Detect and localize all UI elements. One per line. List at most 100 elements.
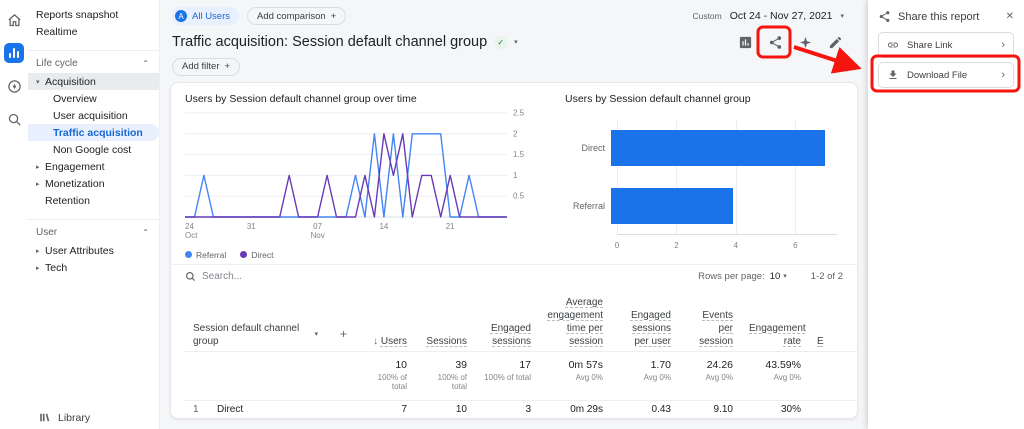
totals-value: 0m 57s: [547, 359, 603, 371]
column-header-events-per-session[interactable]: Events per session: [679, 288, 741, 352]
edit-icon[interactable]: [824, 31, 846, 53]
home-icon[interactable]: [4, 10, 24, 30]
sidebar-item-reports-snapshot[interactable]: Reports snapshot: [28, 6, 159, 23]
column-header-average-engagement-time-per-session[interactable]: Average engagement time per session: [539, 288, 611, 352]
column-header-dimension[interactable]: Session default channel group▾+: [185, 288, 355, 352]
sidebar-item-user-acquisition[interactable]: User acquisition: [28, 107, 159, 124]
add-filter-button[interactable]: Add filter +: [172, 58, 240, 76]
totals-sub-label: Avg 0%: [547, 373, 603, 382]
search-input[interactable]: [202, 271, 332, 282]
date-range-picker[interactable]: Custom Oct 24 - Nov 27, 2021 ▾: [692, 10, 844, 22]
expand-icon: ▸: [36, 247, 45, 255]
bar-chart-title: Users by Session default channel group: [565, 93, 843, 105]
sidebar-item-user-attributes[interactable]: ▸User Attributes: [28, 242, 159, 259]
sidebar-item-monetization[interactable]: ▸Monetization: [28, 175, 159, 192]
sidebar-item-traffic-acquisition[interactable]: Traffic acquisition: [28, 124, 159, 141]
share-link-label: Share Link: [907, 40, 952, 51]
add-dimension-icon[interactable]: +: [340, 327, 347, 343]
column-header-engaged-sessions-per-user[interactable]: Engaged sessions per user: [611, 288, 679, 352]
data-quality-check-icon[interactable]: ✓: [494, 36, 507, 49]
customize-report-icon[interactable]: [734, 31, 756, 53]
bar-axis-tick: 4: [734, 241, 738, 250]
close-icon[interactable]: ✕: [1006, 11, 1014, 22]
sidebar-section-title-life-cycle[interactable]: Life cycle ⌃: [28, 54, 159, 73]
section-label: Life cycle: [36, 58, 78, 69]
sidebar-section-user: User⌃▸User Attributes▸Tech: [28, 219, 159, 276]
sidebar-item-overview[interactable]: Overview: [28, 90, 159, 107]
caret-down-icon: ▾: [783, 272, 787, 280]
totals-sub-label: Avg 0%: [749, 373, 801, 382]
column-label: Events per session: [699, 310, 733, 347]
sidebar-item-label: Overview: [53, 93, 97, 105]
sidebar-item-acquisition[interactable]: ▾Acquisition: [28, 73, 159, 90]
add-comparison-button[interactable]: Add comparison +: [247, 7, 346, 25]
totals-cell: 17100% of total: [475, 351, 539, 400]
sidebar-item-label: Engagement: [45, 161, 105, 173]
column-label: Users: [381, 336, 407, 347]
totals-dimension-cell: [185, 351, 355, 400]
column-label: E: [817, 336, 824, 347]
bar-track: [611, 188, 837, 224]
library-icon: [38, 411, 51, 424]
column-label: Sessions: [426, 336, 467, 347]
bar[interactable]: [611, 130, 825, 166]
share-panel-title: Share this report: [898, 11, 999, 23]
section-label: User: [36, 227, 57, 238]
table-row[interactable]: 2Referral429141m 07s3.5029.4848.28%: [185, 418, 857, 419]
row-metric-cell: 3.50: [611, 418, 679, 419]
share-panel-header: Share this report ✕: [878, 10, 1014, 23]
sidebar-item-retention[interactable]: Retention: [28, 192, 159, 209]
sidebar-item-non-google-cost[interactable]: Non Google cost: [28, 141, 159, 158]
reports-icon[interactable]: [4, 43, 24, 63]
segment-chip-all-users[interactable]: A All Users: [172, 7, 239, 25]
svg-text:2.5: 2.5: [513, 108, 525, 117]
legend-item-direct[interactable]: Direct: [240, 250, 273, 260]
svg-text:31: 31: [247, 222, 256, 231]
table-row[interactable]: 1Direct71030m 29s0.439.1030%: [185, 400, 857, 418]
insights-icon[interactable]: [794, 31, 816, 53]
svg-text:1.5: 1.5: [513, 150, 525, 159]
column-header-users[interactable]: ↓ Users: [355, 288, 415, 352]
sidebar-item-label: Monetization: [45, 178, 105, 190]
row-metric-cell: 10: [415, 400, 475, 418]
svg-text:0.5: 0.5: [513, 191, 525, 200]
collapse-icon[interactable]: ⌃: [142, 228, 149, 237]
sidebar-section-title-user[interactable]: User ⌃: [28, 223, 159, 242]
totals-value: 1.70: [619, 359, 671, 371]
sidebar-item-realtime[interactable]: Realtime: [28, 23, 159, 40]
bar-rows: DirectReferral: [565, 119, 837, 235]
sidebar-item-engagement[interactable]: ▸Engagement: [28, 158, 159, 175]
share-link-button[interactable]: Share Link ›: [878, 32, 1014, 58]
advertising-icon[interactable]: [4, 109, 24, 129]
column-header-engaged-sessions[interactable]: Engaged sessions: [475, 288, 539, 352]
totals-cell: 1.70Avg 0%: [611, 351, 679, 400]
explore-icon[interactable]: [4, 76, 24, 96]
row-metric-cell: 3: [475, 400, 539, 418]
column-header-engagement-rate[interactable]: Engagement rate: [741, 288, 809, 352]
bar[interactable]: [611, 188, 733, 224]
collapse-icon[interactable]: ⌃: [142, 59, 149, 68]
search-box: [185, 271, 692, 282]
sidebar-item-label: User Attributes: [45, 245, 114, 257]
rows-per-page: Rows per page: 10 ▾: [698, 271, 787, 282]
row-metric-cell: 48.28%: [741, 418, 809, 419]
segment-avatar: A: [175, 10, 187, 22]
sidebar-item-tech[interactable]: ▸Tech: [28, 259, 159, 276]
data-table-wrap: Session default channel group▾+↓ Users Se…: [171, 288, 857, 419]
legend-item-referral[interactable]: Referral: [185, 250, 226, 260]
share-icon[interactable]: [764, 31, 786, 53]
totals-cell: 39100% of total: [415, 351, 475, 400]
totals-value: 39: [423, 359, 467, 371]
totals-cell: 24.26Avg 0%: [679, 351, 741, 400]
sidebar-item-library[interactable]: Library: [38, 411, 90, 424]
rows-per-page-select[interactable]: 10 ▾: [770, 271, 787, 282]
column-header-e[interactable]: E: [809, 288, 857, 352]
data-table: Session default channel group▾+↓ Users Se…: [185, 288, 857, 419]
totals-sub-label: 100% of total: [363, 373, 407, 391]
sidebar-section-life-cycle: Life cycle ⌃ ▾Acquisition Overview User acqu…: [28, 50, 159, 209]
line-chart-title: Users by Session default channel group o…: [185, 93, 559, 105]
row-metric-cell: 1m 07s: [539, 418, 611, 419]
column-header-sessions[interactable]: Sessions: [415, 288, 475, 352]
sidebar-item-label: Realtime: [36, 26, 77, 38]
download-file-button[interactable]: Download File ›: [878, 62, 1014, 88]
